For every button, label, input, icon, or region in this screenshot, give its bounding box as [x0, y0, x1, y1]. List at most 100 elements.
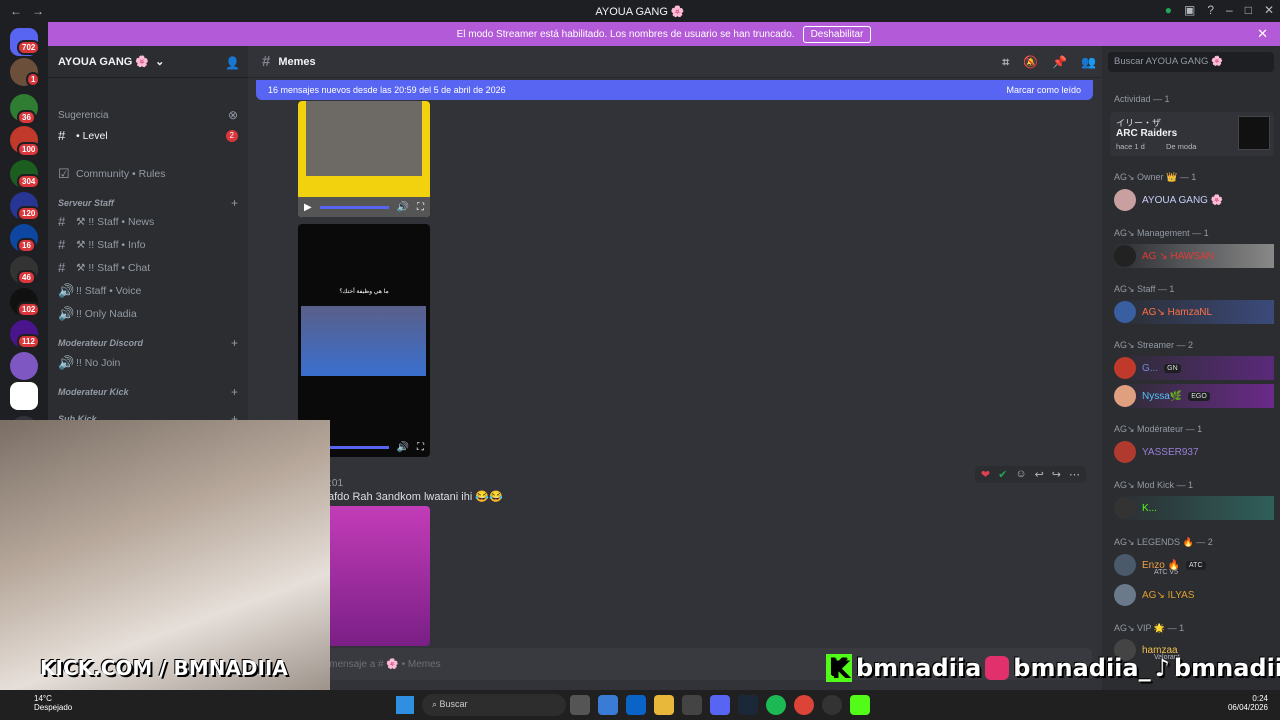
volume-icon[interactable]: 🔊 [397, 442, 409, 453]
member-row[interactable]: AG ↘ HAWSAN [1114, 244, 1274, 268]
tiktok-icon: ♪ [1154, 654, 1170, 682]
role-heading: AG↘ Mod Kick — 1 [1114, 480, 1194, 490]
pin-icon[interactable]: 📌 [1052, 55, 1067, 70]
server-header[interactable]: AYOUA GANG 🌸 ⌄ 👤 [48, 46, 248, 78]
member-row[interactable]: G... GN [1114, 356, 1274, 380]
close-icon[interactable]: ⊗ [228, 108, 238, 122]
activity-card[interactable]: イリー・ザ ARC Raiders hace 1 d De moda [1110, 112, 1274, 156]
channel-level[interactable]: # • Level [58, 128, 108, 143]
instagram-icon [985, 656, 1010, 680]
reaction-heart-icon[interactable]: ❤ [981, 468, 990, 481]
member-row[interactable]: YASSER937 [1114, 440, 1274, 464]
clock[interactable]: 0:24 06/04/2026 [1228, 694, 1268, 712]
member-row[interactable]: K... [1114, 496, 1274, 520]
avatar [1114, 497, 1136, 519]
nav-buttons: ← → [0, 4, 44, 18]
clan-tag: ATC [1186, 560, 1206, 570]
reaction-check-icon[interactable]: ✔ [998, 468, 1007, 481]
progress-bar[interactable] [319, 205, 389, 209]
role-heading: AG↘ Staff — 1 [1114, 284, 1175, 294]
members-icon[interactable]: 👥 [1081, 55, 1096, 70]
video-attachment[interactable]: ▶ 🔊 ⛶ [298, 101, 430, 217]
close-banner-icon[interactable]: ✕ [1257, 26, 1268, 42]
app-icon[interactable] [682, 695, 702, 715]
guild-badge: 16 [17, 238, 36, 253]
play-icon[interactable]: ▶ [304, 202, 312, 213]
inbox-icon[interactable]: ▣ [1184, 3, 1195, 17]
role-heading: AG↘ Streamer — 2 [1114, 340, 1194, 350]
channel-staff-voice[interactable]: 🔊 !! Staff • Voice [58, 283, 141, 299]
member-row[interactable]: Enzo 🔥 ATC [1114, 553, 1274, 577]
maximize-icon[interactable]: □ [1245, 3, 1252, 17]
add-channel-icon[interactable]: + [231, 336, 238, 350]
role-heading: AG↘ LEGENDS 🔥 — 2 [1114, 537, 1213, 547]
spotify-icon[interactable] [766, 695, 786, 715]
activity-trend: De moda [1166, 142, 1197, 151]
category-sugerencia[interactable]: Sugerencia [58, 110, 109, 121]
channel-name: Memes [278, 55, 316, 68]
category-serveur-staff[interactable]: Serveur Staff [58, 198, 114, 208]
update-icon[interactable]: ● [1165, 3, 1172, 17]
new-messages-bar[interactable]: 16 mensajes nuevos desde las 20:59 del 5… [256, 80, 1093, 100]
add-reaction-icon[interactable]: ☺ [1015, 468, 1026, 481]
fullscreen-icon[interactable]: ⛶ [417, 442, 424, 453]
forward-arrow-icon[interactable]: → [32, 4, 44, 18]
guild-badge: 102 [17, 302, 41, 317]
member-name: Nyssa🌿 [1142, 390, 1183, 402]
category-moderateur-kick[interactable]: Moderateur Kick [58, 387, 129, 397]
mark-read-button[interactable]: Marcar como leído [1006, 85, 1081, 95]
volume-icon[interactable]: 🔊 [397, 202, 409, 213]
discord-icon[interactable] [710, 695, 730, 715]
channel-rules[interactable]: ☑ Community • Rules [58, 166, 165, 182]
kick-overlay-text: KICK.COM / BMNADIIA [40, 656, 288, 680]
outlook-icon[interactable] [626, 695, 646, 715]
explorer-icon[interactable] [654, 695, 674, 715]
windows-start-icon[interactable] [396, 696, 414, 714]
weather-widget[interactable]: 14°C Despejado [12, 694, 72, 712]
video-caption: ما هي وظيفة أختك؟ [339, 289, 389, 295]
disable-button[interactable]: Deshabilitar [802, 25, 872, 43]
channel-staff-news[interactable]: # ⚒ !! Staff • News [58, 214, 154, 229]
help-icon[interactable]: ? [1207, 3, 1214, 17]
speaker-icon: 🔊 [58, 306, 75, 321]
back-arrow-icon[interactable]: ← [10, 4, 22, 18]
progress-bar[interactable] [319, 445, 389, 449]
forward-icon[interactable]: ↪ [1052, 468, 1061, 481]
channel-staff-chat[interactable]: # ⚒ !! Staff • Chat [58, 260, 150, 275]
obs-icon[interactable] [822, 695, 842, 715]
kick-app-icon[interactable] [850, 695, 870, 715]
message-text: Wafdo Rah 3andkom lwatani ihi 😂😂 [318, 491, 503, 503]
steam-icon[interactable] [738, 695, 758, 715]
member-row[interactable]: Nyssa🌿 EGO [1114, 384, 1274, 408]
close-icon[interactable]: ✕ [1264, 3, 1274, 17]
add-channel-icon[interactable]: + [231, 196, 238, 210]
store-icon[interactable] [598, 695, 618, 715]
channel-staff-info[interactable]: # ⚒ !! Staff • Info [58, 237, 146, 252]
member-row[interactable]: AG↘ ILYAS [1114, 583, 1274, 607]
chrome-icon[interactable] [794, 695, 814, 715]
rules-icon: ☑ [58, 166, 70, 181]
fullscreen-icon[interactable]: ⛶ [417, 202, 424, 213]
invite-icon[interactable]: 👤 [225, 56, 240, 70]
channel-no-join[interactable]: 🔊 !! No Join [58, 355, 120, 371]
mute-icon[interactable]: 🔕 [1023, 55, 1038, 70]
threads-icon[interactable]: ⌗ [1002, 55, 1009, 70]
minimize-icon[interactable]: – [1226, 3, 1233, 17]
video-frame [306, 101, 422, 176]
member-row[interactable]: AYOUA GANG 🌸 [1114, 188, 1274, 212]
activity-meta: hace 1 d [1116, 142, 1145, 151]
live-server-icon[interactable] [10, 382, 38, 410]
guild-badge: 46 [17, 270, 36, 285]
member-row[interactable]: AG↘ HamzaNL [1114, 300, 1274, 324]
channel-only-nadia[interactable]: 🔊 !! Only Nadia [58, 306, 137, 322]
add-channel-icon[interactable]: + [231, 385, 238, 399]
category-moderateur-discord[interactable]: Moderateur Discord [58, 338, 143, 348]
avatar [1114, 385, 1136, 407]
server-icon[interactable] [10, 352, 38, 380]
streamer-mode-banner: El modo Streamer está habilitado. Los no… [48, 22, 1280, 46]
taskbar-search[interactable]: ⌕ Buscar [422, 694, 566, 716]
more-icon[interactable]: ⋯ [1069, 468, 1080, 481]
search-input[interactable]: Buscar AYOUA GANG 🌸 [1108, 52, 1274, 72]
task-view-icon[interactable] [570, 695, 590, 715]
reply-icon[interactable]: ↩ [1035, 468, 1044, 481]
